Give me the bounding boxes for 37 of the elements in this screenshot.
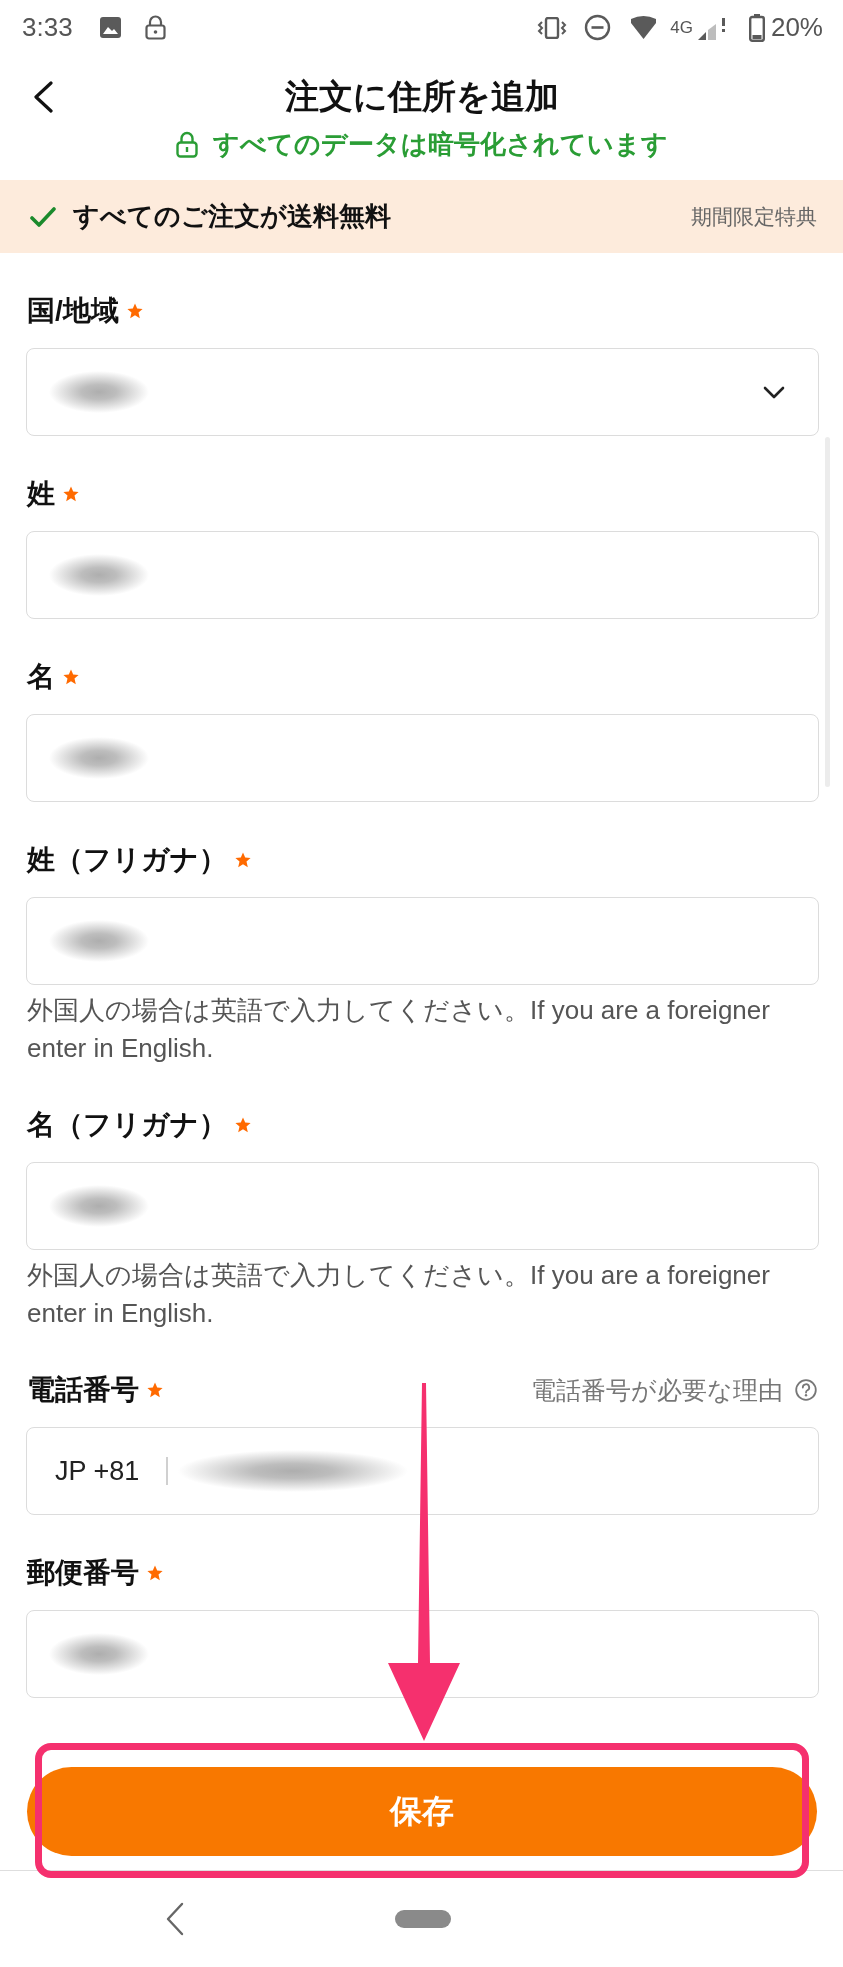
network-type: 4G [670, 19, 693, 36]
country-code[interactable]: JP +81 [55, 1455, 140, 1487]
help-link[interactable]: 電話番号が必要な理由 [531, 1373, 783, 1407]
input-field[interactable] [26, 897, 819, 985]
input-field[interactable] [26, 714, 819, 802]
input-field[interactable] [26, 1610, 819, 1698]
image-icon [99, 17, 121, 38]
field-hint: 外国人の場合は英語で入力してください。If you are a foreigner enter in English. [27, 1259, 771, 1330]
vibrate-icon [536, 16, 569, 39]
input-field[interactable] [26, 1162, 819, 1250]
field-label: 郵便番号 [27, 1556, 139, 1590]
phone-field[interactable]: JP +81 [26, 1427, 819, 1515]
home-handle-icon[interactable] [395, 1910, 451, 1928]
field-label: 名 [27, 660, 55, 694]
input-field[interactable] [26, 531, 819, 619]
field-label: 姓 [27, 477, 55, 511]
field-label: 国/地域 [27, 294, 119, 328]
status-time: 3:33 [22, 12, 73, 43]
promo-text: すべてのご注文が送料無料 [73, 200, 391, 233]
field-label: 名（フリガナ） [27, 1108, 227, 1142]
do-not-disturb-icon [584, 14, 612, 41]
lock-icon [144, 15, 166, 40]
promo-tag: 期間限定特典 [691, 202, 817, 231]
chevron-down-icon [763, 385, 785, 399]
dropdown-field[interactable] [26, 348, 819, 436]
battery-icon [748, 13, 765, 42]
page-title: 注文に住所を追加 [283, 76, 560, 117]
field-hint: 外国人の場合は英語で入力してください。If you are a foreigner enter in English. [27, 994, 771, 1065]
help-icon[interactable] [795, 1379, 817, 1401]
back-icon[interactable] [32, 81, 54, 113]
encryption-note: すべてのデータは暗号化されています [212, 127, 668, 161]
field-label: 姓（フリガナ） [27, 843, 227, 877]
check-icon [30, 205, 56, 228]
field-label: 電話番号 [27, 1373, 139, 1407]
wifi-icon [630, 15, 658, 40]
battery-level: 20% [770, 12, 823, 43]
lock-icon [175, 130, 198, 158]
